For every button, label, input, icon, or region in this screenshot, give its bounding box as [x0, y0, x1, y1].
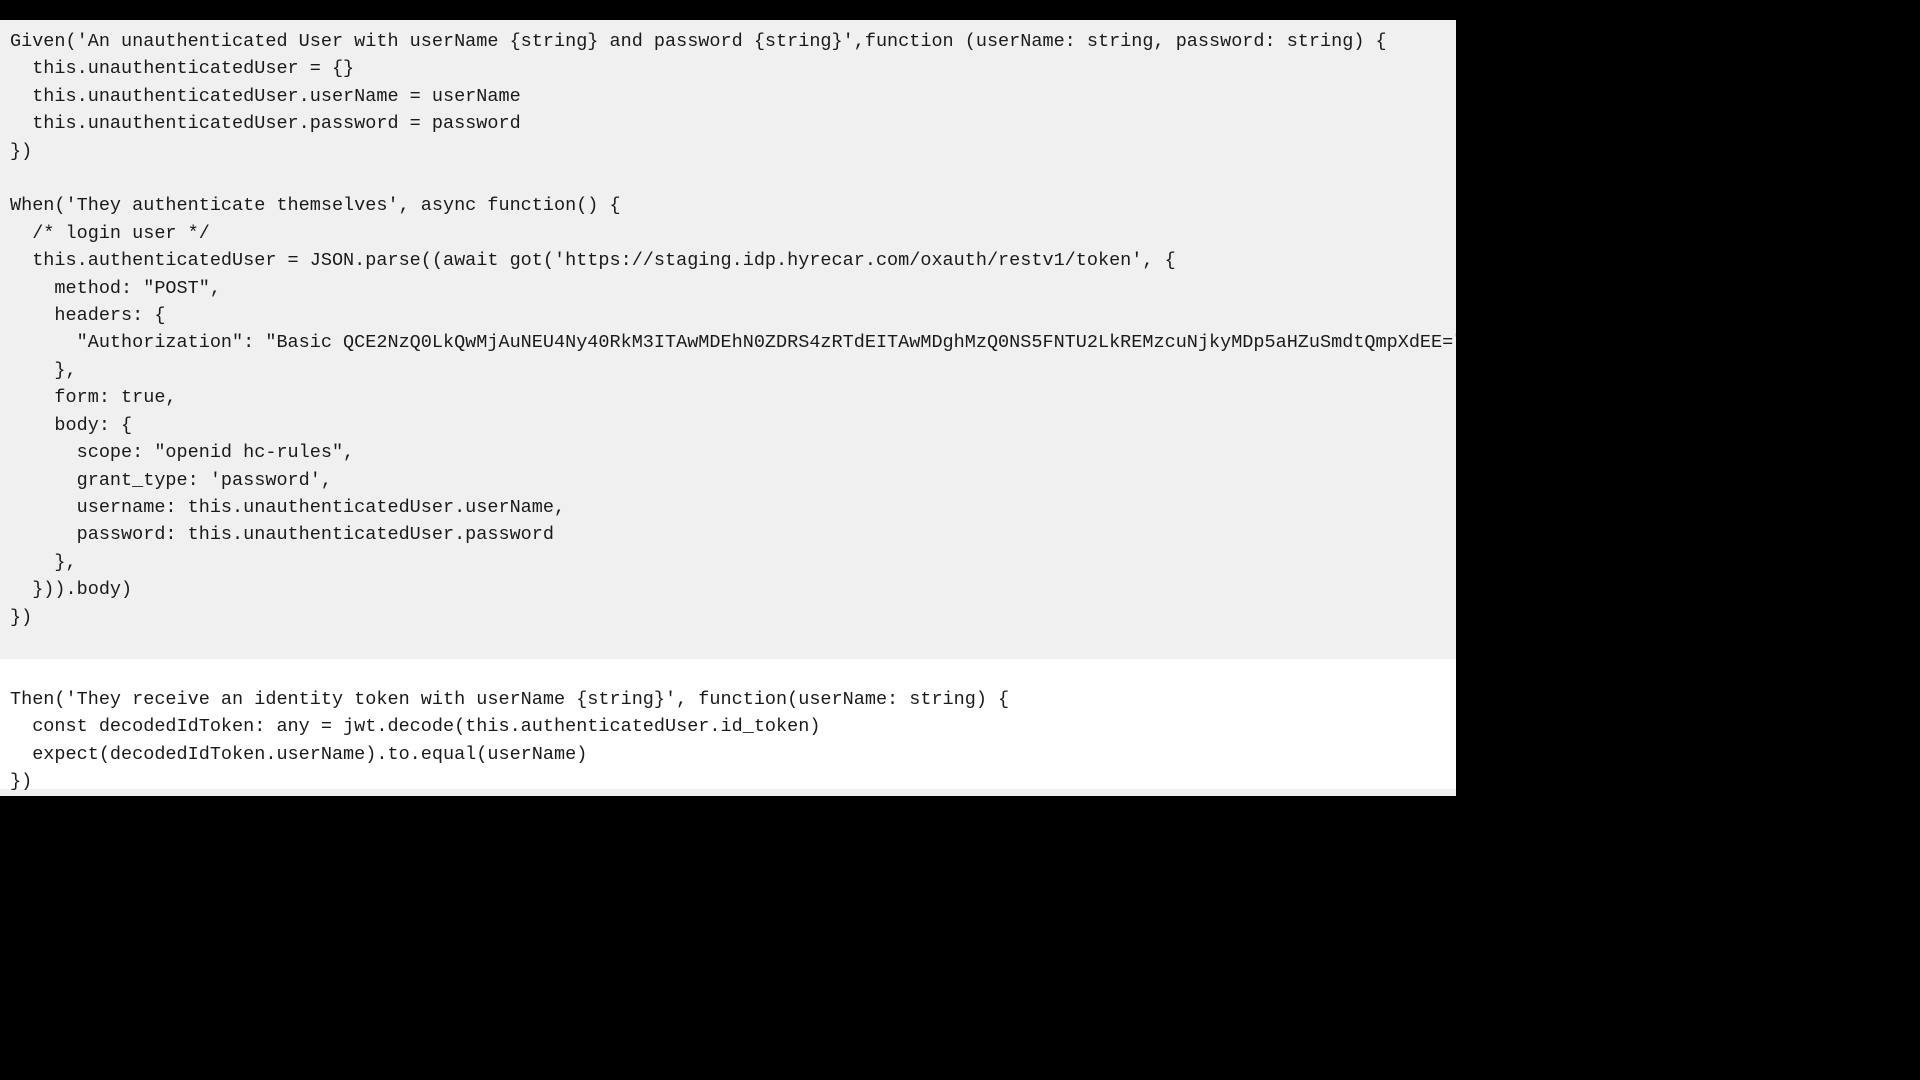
- code-line-23: [10, 658, 1446, 685]
- code-line-16: grant_type: 'password',: [10, 467, 1446, 494]
- code-line-6: When('They authenticate themselves', asy…: [10, 192, 1446, 219]
- code-line-7: /* login user */: [10, 220, 1446, 247]
- code-line-4: }): [10, 138, 1446, 165]
- code-line-13: form: true,: [10, 384, 1446, 411]
- code-line-17: username: this.unauthenticatedUser.userN…: [10, 494, 1446, 521]
- code-line-14: body: {: [10, 412, 1446, 439]
- code-line-26: expect(decodedIdToken.userName).to.equal…: [10, 741, 1446, 768]
- code-line-25: const decodedIdToken: any = jwt.decode(t…: [10, 713, 1446, 740]
- code-line-2: this.unauthenticatedUser.userName = user…: [10, 83, 1446, 110]
- code-line-18: password: this.unauthenticatedUser.passw…: [10, 521, 1446, 548]
- code-line-3: this.unauthenticatedUser.password = pass…: [10, 110, 1446, 137]
- code-line-22: [10, 631, 1446, 658]
- code-line-5: [10, 165, 1446, 192]
- code-line-19: },: [10, 549, 1446, 576]
- code-line-10: headers: {: [10, 302, 1446, 329]
- letterbox-bottom: [0, 796, 1456, 816]
- code-line-9: method: "POST",: [10, 275, 1446, 302]
- code-line-1: this.unauthenticatedUser = {}: [10, 55, 1446, 82]
- code-line-27: }): [10, 768, 1446, 795]
- code-line-20: })).body): [10, 576, 1446, 603]
- code-line-24: Then('They receive an identity token wit…: [10, 686, 1446, 713]
- code-wrapper: Given('An unauthenticated User with user…: [10, 28, 1446, 795]
- letterbox-top: [0, 0, 1456, 20]
- code-line-21: }): [10, 604, 1446, 631]
- code-line-12: },: [10, 357, 1446, 384]
- code-area: Given('An unauthenticated User with user…: [0, 20, 1456, 796]
- code-line-15: scope: "openid hc-rules",: [10, 439, 1446, 466]
- code-line-11: "Authorization": "Basic QCE2NzQ0LkQwMjAu…: [10, 329, 1446, 356]
- code-line-0: Given('An unauthenticated User with user…: [10, 28, 1446, 55]
- code-line-8: this.authenticatedUser = JSON.parse((awa…: [10, 247, 1446, 274]
